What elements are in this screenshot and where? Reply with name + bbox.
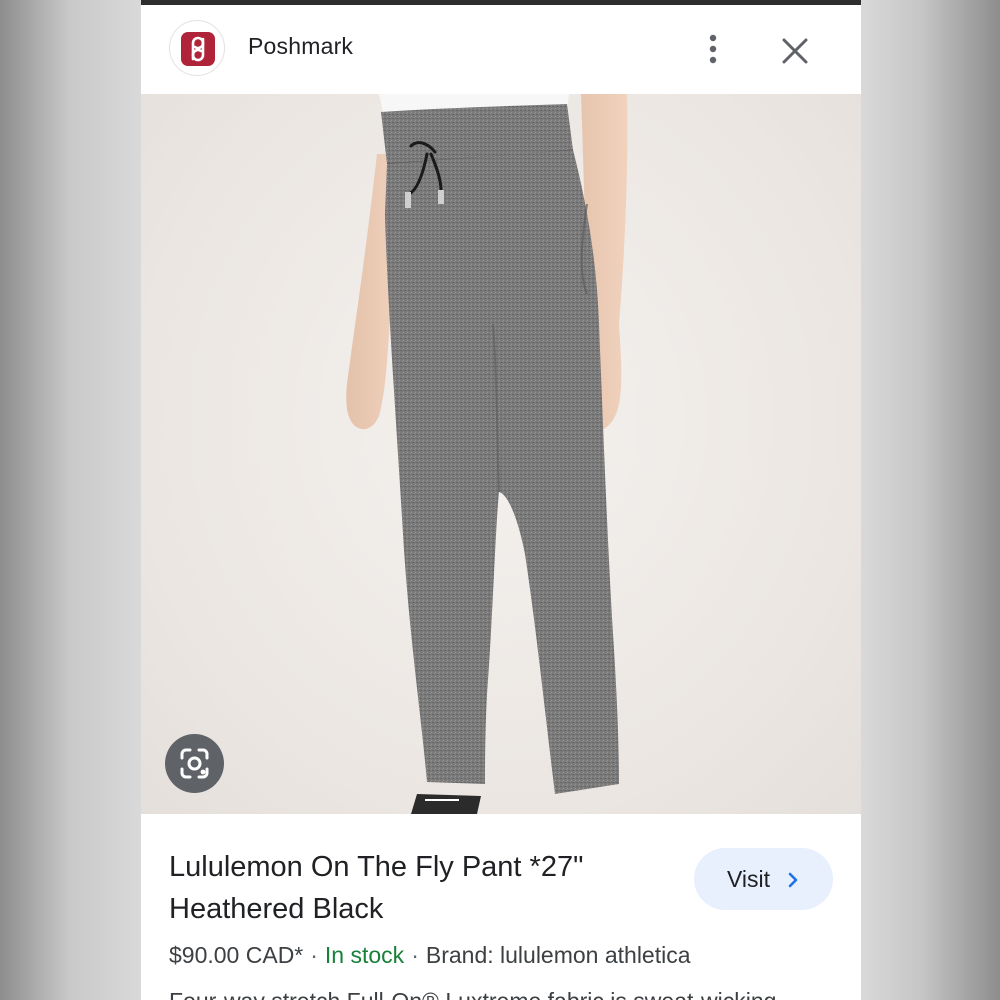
product-brand: Brand: lululemon athletica: [425, 942, 691, 968]
lens-search-button[interactable]: [165, 734, 224, 793]
close-icon: [782, 38, 808, 64]
close-button[interactable]: [777, 33, 813, 69]
more-vert-icon: [709, 34, 717, 64]
site-name[interactable]: Poshmark: [248, 33, 353, 60]
product-image[interactable]: [141, 94, 861, 814]
visit-label: Visit: [727, 866, 771, 892]
more-options-button[interactable]: [697, 29, 729, 69]
visit-button[interactable]: Visit: [694, 848, 833, 910]
product-description: Four-way stretch Full-On® Luxtreme fabri…: [169, 988, 849, 1000]
meta-separator: ·: [310, 942, 318, 968]
product-price: $90.00 CAD*: [169, 942, 304, 968]
google-lens-icon: [180, 748, 209, 779]
meta-separator: ·: [411, 942, 419, 968]
product-info: Lululemon On The Fly Pant *27" Heathered…: [141, 814, 861, 1000]
poshmark-logo-icon: [181, 32, 215, 66]
product-meta: $90.00 CAD* · In stock · Brand: lululemon at…: [169, 942, 691, 969]
result-preview-panel: Poshmark Lululemon On The Fly Pant *27" …: [141, 5, 861, 1000]
chevron-right-icon: [788, 872, 798, 888]
product-title[interactable]: Lululemon On The Fly Pant *27" Heathered…: [169, 846, 649, 930]
stock-status: In stock: [324, 942, 405, 968]
product-photo: [346, 94, 628, 814]
site-favicon[interactable]: [169, 20, 225, 76]
right-backdrop: [861, 0, 1000, 1000]
preview-header: Poshmark: [141, 5, 861, 94]
